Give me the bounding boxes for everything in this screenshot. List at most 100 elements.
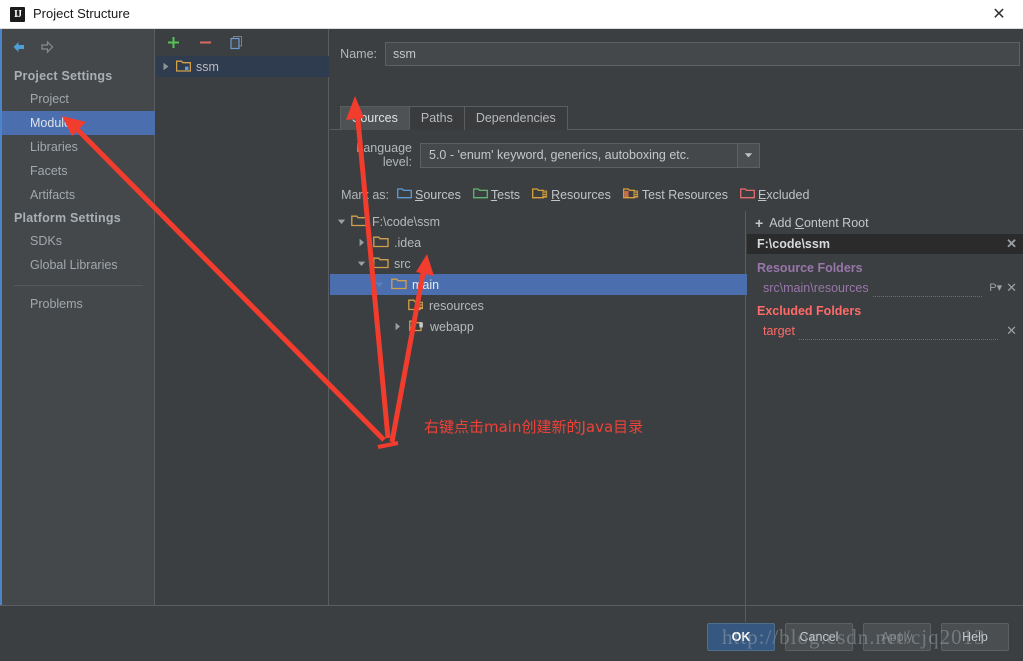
module-name-label: Name: [340,47,377,61]
language-level-label: Language level: [356,141,412,169]
close-icon[interactable]: ✕ [979,0,1019,28]
project-structure-dialog: IJ Project Structure ✕ Project Settings … [0,0,1023,661]
title-bar: IJ Project Structure ✕ [0,0,1023,29]
folder-test-resources-icon [622,187,639,202]
sidebar-item-problems[interactable]: Problems [2,292,155,316]
content-root-header: F:\code\ssm ✕ [747,234,1023,254]
mark-as-excluded-button[interactable]: Excluded [740,187,809,202]
tree-row-label: webapp [430,319,474,334]
sidebar-item-libraries[interactable]: Libraries [2,135,155,159]
folder-icon [351,214,367,230]
folder-icon [391,277,407,293]
dotted-leader [872,285,983,297]
app-icon-glyph: IJ [14,8,22,20]
resource-folders-title: Resource Folders [757,261,863,275]
nav-group-header-platform: Platform Settings [14,211,121,225]
chevron-down-icon[interactable] [374,279,385,290]
language-level-select[interactable]: 5.0 - 'enum' keyword, generics, autoboxi… [420,142,760,168]
copy-icon[interactable] [228,34,246,52]
help-button[interactable]: Help [941,623,1009,651]
annotation-note: 右键点击main创建新的Java目录 [424,418,644,436]
folder-resources-icon [408,298,424,314]
close-icon[interactable]: ✕ [1002,236,1017,252]
sidebar-item-modules[interactable]: Modules [2,111,155,135]
modules-list: ssm [156,56,329,77]
mark-as-row: Mark as: Sources Tests Resources Test Re… [335,187,1023,202]
mark-as-excluded-label: Excluded [757,187,810,202]
sidebar-item-global-libraries[interactable]: Global Libraries [2,253,155,277]
tree-row-label: src [394,256,411,271]
folder-icon [373,256,389,272]
modules-list-panel: ssm [156,29,329,605]
mark-as-tests-button[interactable]: Tests [472,187,521,202]
arrow-left-icon[interactable] [10,38,28,56]
sidebar-item-facets[interactable]: Facets [2,159,155,183]
tree-row[interactable]: resources [330,295,745,316]
tree-row[interactable]: webapp [330,316,745,337]
excluded-folder-row[interactable]: target ✕ [747,321,1023,340]
excluded-folder-path: target [763,323,795,338]
mark-as-resources-label: Resources [551,187,611,202]
dotted-leader [798,328,999,340]
mark-as-sources-label: Sources [415,187,461,202]
close-icon[interactable]: ✕ [1002,323,1017,339]
ok-button[interactable]: OK [707,623,775,651]
nav-group-project-settings: Project Settings Project Modules Librari… [2,65,155,316]
apply-button[interactable]: Apply [863,623,931,651]
plus-icon[interactable] [164,34,182,52]
tree-row[interactable]: F:\code\ssm [330,211,745,232]
settings-navigation-sidebar: Project Settings Project Modules Librari… [2,29,155,605]
mark-as-test-resources-button[interactable]: Test Resources [622,187,728,202]
list-item-label: ssm [196,59,219,74]
tree-row[interactable]: main [330,274,745,295]
folder-icon [373,235,389,251]
cancel-button[interactable]: Cancel [785,623,853,651]
bottom-divider [0,605,1023,606]
resource-folder-path: src\main\resources [763,280,869,295]
folder-tests-icon [472,187,488,202]
tab-dependencies[interactable]: Dependencies [463,106,568,130]
window-title: Project Structure [33,6,130,21]
chevron-right-icon[interactable] [160,61,171,72]
tab-paths[interactable]: Paths [408,106,465,130]
add-content-root-label: Add Content Root [769,215,869,230]
tree-row[interactable]: .idea [330,232,745,253]
sidebar-item-project[interactable]: Project [2,87,155,111]
folder-excluded-icon [740,187,755,202]
resource-folder-row[interactable]: src\main\resources P▾ ✕ [747,278,1023,297]
mark-as-sources-button[interactable]: Sources [397,187,461,202]
excluded-folders-title: Excluded Folders [757,304,862,318]
module-tabs: Sources Paths Dependencies [340,106,568,130]
language-level-row: Language level: 5.0 - 'enum' keyword, ge… [335,141,1020,169]
modules-toolbar [156,29,329,56]
chevron-right-icon[interactable] [392,321,403,332]
chevron-down-icon[interactable] [336,216,347,227]
tree-row[interactable]: src [330,253,745,274]
folder-resources-icon [532,187,548,202]
tab-sources[interactable]: Sources [340,106,410,130]
properties-dropdown-icon[interactable]: P▾ [986,281,1002,294]
nav-history-controls [10,37,56,57]
list-item[interactable]: ssm [156,56,329,77]
chevron-down-icon[interactable] [737,143,759,167]
add-content-root-button[interactable]: + Add Content Root [747,211,1023,234]
mark-as-tests-label: Tests [490,187,521,202]
module-name-input[interactable] [385,42,1020,66]
chevron-right-icon[interactable] [356,237,367,248]
language-level-value: 5.0 - 'enum' keyword, generics, autoboxi… [429,148,690,162]
tree-row-label: .idea [394,235,422,250]
module-name-row: Name: [335,41,1020,67]
mark-as-resources-button[interactable]: Resources [532,187,611,202]
content-root-path: F:\code\ssm [757,237,830,251]
intellij-idea-icon: IJ [10,7,25,22]
sidebar-item-sdks[interactable]: SDKs [2,229,155,253]
chevron-down-icon[interactable] [356,258,367,269]
dialog-button-bar: OK Cancel Apply Help [707,620,1009,654]
folder-sources-icon [397,187,412,202]
module-folder-icon [175,59,192,75]
tree-row-label: main [412,277,440,292]
close-icon[interactable]: ✕ [1002,280,1017,296]
minus-icon[interactable] [196,34,214,52]
arrow-right-icon [38,38,56,56]
sidebar-item-artifacts[interactable]: Artifacts [2,183,155,207]
